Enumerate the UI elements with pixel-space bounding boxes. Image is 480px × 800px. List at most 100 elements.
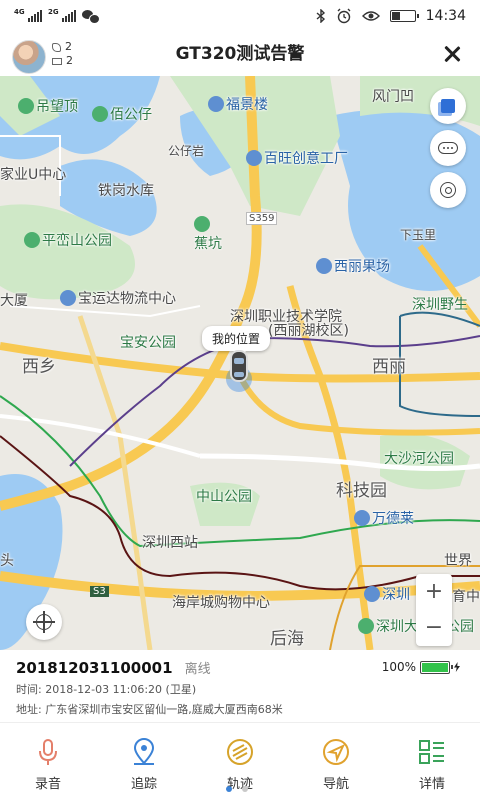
status-bar: 4G 2G 14:34 [0, 0, 480, 32]
poi-pin-icon [316, 258, 332, 274]
map-label: 家业U中心 [0, 167, 67, 183]
park-pin-icon [92, 106, 108, 122]
device-battery: 100% [382, 660, 460, 674]
map-label: 后海 [270, 629, 304, 649]
avatar[interactable] [12, 40, 46, 74]
zoom-control: + − [416, 574, 452, 646]
app-header: 2 2 GT320测试告警 [0, 32, 480, 76]
car-marker-icon[interactable] [230, 350, 248, 382]
eye-icon [361, 11, 380, 21]
nav-label: 追踪 [130, 777, 157, 792]
map-label: 风门凹 [372, 89, 414, 105]
map-label: 深圳大 [358, 616, 418, 636]
battery-icon [420, 660, 453, 674]
message-count-row[interactable]: 2 [52, 54, 73, 68]
map-label: 蕉坑 [194, 216, 222, 253]
signal-icon: 2G [48, 8, 76, 22]
map-label: 铁岗水库 [98, 183, 154, 199]
my-location-bubble: 我的位置 [202, 326, 271, 357]
battery-icon [389, 10, 419, 22]
page-dot[interactable] [242, 786, 248, 792]
park-pin-icon [18, 98, 34, 114]
map-label: (西丽湖校区) [268, 323, 349, 339]
crosshair-icon [33, 611, 55, 633]
battery-percent: 100% [381, 660, 416, 674]
chat-icon [438, 142, 458, 154]
message-button[interactable] [430, 130, 466, 166]
network-type-label: 2G [48, 8, 59, 16]
map-label: 深圳西站 [142, 535, 198, 551]
park-pin-icon [24, 232, 40, 248]
camera-button[interactable] [430, 172, 466, 208]
wechat-icon [82, 10, 100, 24]
zoom-in-button[interactable]: + [416, 574, 452, 610]
alarm-icon [337, 8, 351, 24]
map-label: 西丽 [372, 357, 406, 377]
map-label: 福景楼 [208, 94, 268, 114]
status-left: 4G 2G [14, 8, 100, 24]
map-label: 海岸城购物中心 [172, 595, 270, 611]
locate-button[interactable] [26, 604, 62, 640]
road-shield: S359 [246, 212, 278, 225]
map-label: 深圳 [364, 584, 410, 604]
status-right: 14:34 [316, 0, 466, 32]
layers-button[interactable] [430, 88, 466, 124]
details-icon [419, 740, 444, 764]
network-type-label: 4G [14, 8, 25, 16]
call-count: 2 [65, 40, 72, 53]
location-pin-icon [133, 738, 155, 765]
camera-icon [440, 182, 456, 198]
nav-item-navigation[interactable]: 导航 [288, 723, 384, 800]
page-indicator [226, 786, 248, 792]
navigation-icon [323, 739, 349, 765]
map-label: 科技园 [336, 481, 387, 501]
nav-label: 详情 [418, 777, 445, 792]
signal-icon: 4G [14, 8, 42, 22]
bluetooth-icon [316, 9, 325, 23]
park-pin-icon [194, 216, 210, 232]
map-label: 大厦 [0, 293, 28, 309]
map-label: 西乡 [22, 357, 56, 377]
layers-icon [441, 99, 455, 113]
poi-pin-icon [208, 96, 224, 112]
page-dot[interactable] [226, 786, 232, 792]
nav-label: 录音 [34, 777, 61, 792]
device-id: 201812031100001 [16, 658, 173, 677]
map-label: 头 [0, 553, 14, 569]
mail-icon [52, 57, 62, 65]
map-label: 平峦山公园 [24, 230, 112, 250]
zoom-out-button[interactable]: − [416, 610, 452, 646]
map-label: 深圳野生 [412, 297, 468, 313]
time-line: 时间: 2018-12-03 11:06:20 (卫星) [16, 683, 197, 696]
status-time: 14:34 [425, 8, 466, 24]
nav-item-record[interactable]: 录音 [0, 723, 96, 800]
park-pin-icon [358, 618, 374, 634]
message-count: 2 [66, 54, 73, 67]
nav-label: 导航 [322, 777, 349, 792]
nav-item-track[interactable]: 追踪 [96, 723, 192, 800]
map-label: 百旺创意工厂 [246, 148, 348, 168]
map-view[interactable]: 吊望顶 佰公仔 福景楼 风门凹 公仔岩 百旺创意工厂 家业U中心 铁岗水库 蕉坑… [0, 76, 480, 650]
map-label: 西丽果场 [316, 256, 390, 276]
poi-pin-icon [354, 510, 370, 526]
map-label: 中山公园 [196, 489, 252, 505]
map-label: 宝运达物流中心 [60, 288, 176, 308]
poi-pin-icon [364, 586, 380, 602]
call-count-row[interactable]: 2 [52, 40, 73, 54]
map-label: 佰公仔 [92, 104, 152, 124]
map-label: 宝安公园 [120, 335, 176, 351]
phone-icon [52, 42, 61, 52]
map-label: 公仔岩 [168, 144, 205, 158]
map-label: 吊望顶 [18, 96, 78, 116]
address-line: 地址: 广东省深圳市宝安区留仙一路,庭威大厦西南68米 [16, 703, 283, 716]
track-icon [227, 739, 253, 765]
microphone-icon [39, 739, 57, 765]
charging-icon [454, 662, 460, 672]
map-label: 育中 [452, 589, 480, 605]
map-label: 下玉里 [400, 228, 437, 242]
map-label: 万德莱 [354, 508, 414, 528]
nav-item-details[interactable]: 详情 [384, 723, 480, 800]
close-button[interactable] [440, 42, 464, 66]
device-status: 离线 [184, 662, 211, 677]
contact-counts: 2 2 [52, 40, 73, 68]
